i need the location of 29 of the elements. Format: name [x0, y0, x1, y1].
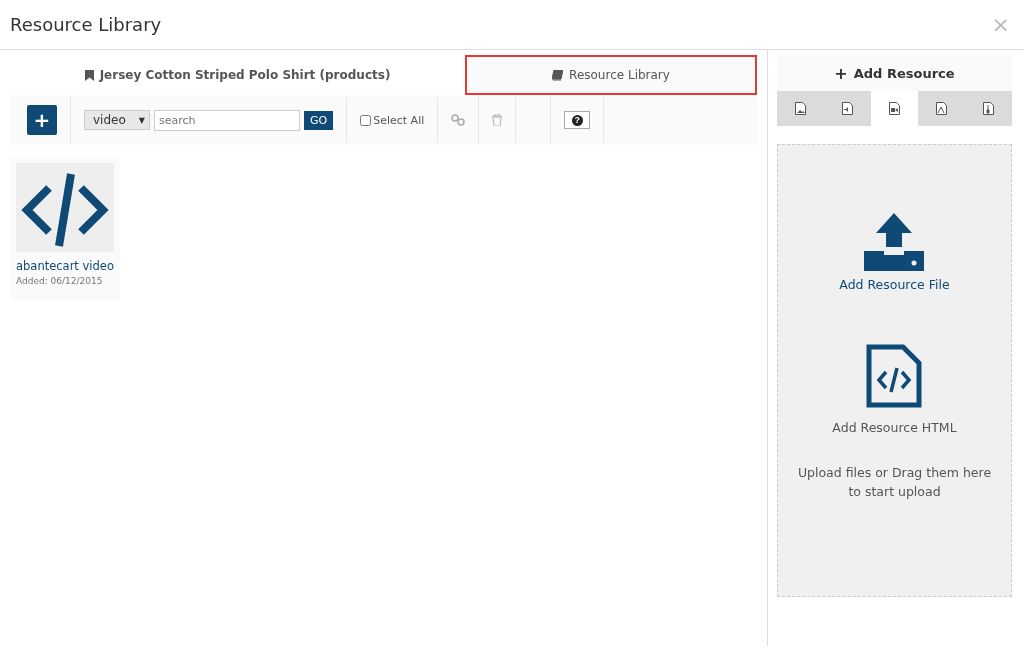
- go-button[interactable]: GO: [304, 110, 334, 130]
- caret-icon: ▼: [138, 115, 145, 125]
- upload-hint: Upload files or Drag them here to start upload: [796, 464, 993, 501]
- tab[interactable]: Resource Library: [465, 55, 757, 95]
- add-button[interactable]: +: [27, 105, 57, 135]
- upload-icon[interactable]: [864, 213, 925, 271]
- video-file-icon: [889, 102, 900, 115]
- select-all-checkbox[interactable]: [360, 114, 372, 126]
- add-file-label[interactable]: Add Resource File: [839, 277, 950, 292]
- html-file-icon[interactable]: [866, 344, 923, 408]
- audio-file-icon: [842, 102, 853, 115]
- search-field[interactable]: search: [154, 109, 300, 131]
- plus-icon: +: [834, 63, 848, 83]
- resource-card[interactable]: abantecart video Added: 06/12/2015: [10, 157, 120, 300]
- archive-file-icon: [983, 102, 994, 115]
- resource-title[interactable]: abantecart video: [16, 259, 114, 273]
- select-all-label: Select All: [373, 113, 425, 127]
- book-icon: [552, 69, 564, 81]
- pdf-file-icon: [936, 102, 947, 115]
- type-select[interactable]: video ▼: [84, 110, 150, 130]
- bookmark-icon: [84, 69, 94, 81]
- resource-type-tab[interactable]: [871, 91, 918, 126]
- add-resource-heading: Add Resource: [853, 65, 955, 81]
- resource-date: Added: 06/12/2015: [16, 276, 104, 286]
- window-title: Resource Library: [10, 14, 162, 35]
- help-button[interactable]: ?: [564, 111, 591, 129]
- image-file-icon: [795, 102, 806, 115]
- drop-zone[interactable]: Add Resource File Add Resource HTML Upload files or Drag them here to start upload: [777, 144, 1012, 597]
- add-html-label[interactable]: Add Resource HTML: [832, 420, 957, 435]
